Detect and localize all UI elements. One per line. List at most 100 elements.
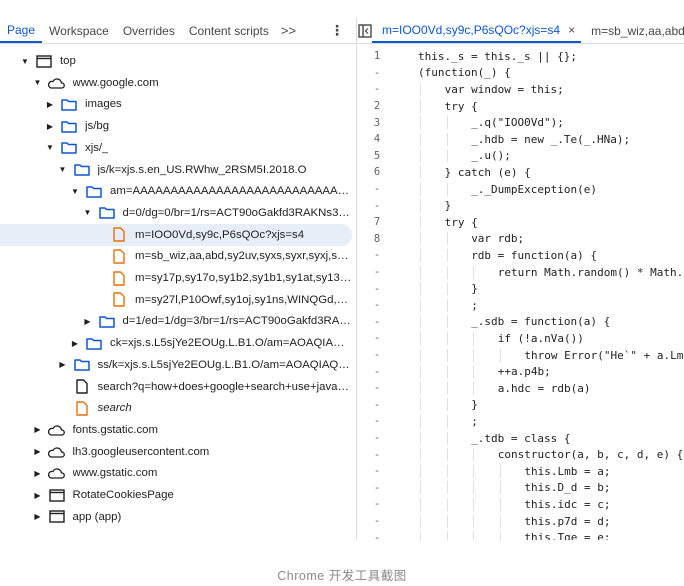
collapsed-arrow-icon[interactable]: ▶ xyxy=(45,122,55,131)
line-number[interactable]: - xyxy=(358,532,396,540)
indent-guide xyxy=(420,232,421,246)
editor-tab-active[interactable]: m=IOO0Vd,sy9c,P6sQOc?xjs=s4 × xyxy=(372,18,582,43)
folder-icon xyxy=(98,312,116,330)
tree-origin[interactable]: ▼ www.google.com xyxy=(0,72,352,94)
expanded-arrow-icon[interactable]: ▼ xyxy=(33,78,43,87)
tree-frame[interactable]: ▶ RotateCookiesPage xyxy=(0,484,352,506)
collapsed-arrow-icon[interactable]: ▶ xyxy=(58,360,68,369)
line-number[interactable]: - xyxy=(358,83,396,95)
tree-file[interactable]: m=sy17p,sy17o,sy1b2,sy1b1,sy1at,sy13v,sy… xyxy=(0,267,352,289)
line-number[interactable]: - xyxy=(358,349,396,361)
tree-file[interactable]: search xyxy=(0,397,352,419)
tree-file[interactable]: m=sb_wiz,aa,abd,sy2uv,syxs,syxr,syxj,syx… xyxy=(0,245,352,267)
line-number[interactable]: 2 xyxy=(358,100,396,112)
tree-item-label: app (app) xyxy=(72,510,122,523)
tree-file[interactable]: search?q=how+does+google+search+use+java… xyxy=(0,376,352,398)
code-tokens: } xyxy=(471,398,478,412)
code-line: - this.Tge = e; xyxy=(358,529,684,540)
line-number[interactable]: - xyxy=(358,316,396,328)
line-number[interactable]: - xyxy=(358,515,396,527)
line-number[interactable]: 1 xyxy=(358,50,396,62)
line-number[interactable]: - xyxy=(358,67,396,79)
tree-origin[interactable]: ▶ lh3.googleusercontent.com xyxy=(0,441,352,463)
expanded-arrow-icon[interactable]: ▼ xyxy=(70,187,80,196)
line-number[interactable]: 8 xyxy=(358,233,396,245)
line-number[interactable]: - xyxy=(358,432,396,444)
line-number[interactable]: - xyxy=(358,266,396,278)
frame-icon xyxy=(35,52,53,70)
collapsed-arrow-icon[interactable]: ▶ xyxy=(33,512,43,521)
line-number[interactable]: - xyxy=(358,449,396,461)
code-line: - _._DumpException(e) xyxy=(358,181,684,198)
tree-file[interactable]: m=sy27l,P10Owf,sy1oj,sy1ns,WINQGd,sy1nt,… xyxy=(0,289,352,311)
collapsed-arrow-icon[interactable]: ▶ xyxy=(45,100,55,109)
line-number[interactable]: - xyxy=(358,183,396,195)
tree-item-label: top xyxy=(60,55,76,67)
code-tokens: rdb = function(a) { xyxy=(471,248,598,262)
collapsed-arrow-icon[interactable]: ▶ xyxy=(33,469,43,478)
expanded-arrow-icon[interactable]: ▼ xyxy=(20,57,30,66)
line-number[interactable]: 4 xyxy=(358,133,396,145)
expanded-arrow-icon[interactable]: ▼ xyxy=(45,143,55,152)
tree-folder[interactable]: ▶ ck=xjs.s.L5sjYe2EOUg.L.B1.O/am=AOAQIAQA… xyxy=(0,332,352,354)
script-file-icon xyxy=(110,269,128,287)
code-text: if (!a.nVa()) xyxy=(396,331,584,345)
code-line: - this.idc = c; xyxy=(358,496,684,513)
indent-guide xyxy=(446,265,448,279)
indent-guide xyxy=(499,531,501,540)
indent-guide xyxy=(499,464,501,478)
tree-folder[interactable]: ▼ am=AAAAAAAAAAAAAAAAAAAAAAAAAAAAAAAAAAAA… xyxy=(0,180,352,202)
line-number[interactable]: - xyxy=(358,366,396,378)
indent-guide xyxy=(420,99,421,113)
line-number[interactable]: - xyxy=(358,200,396,212)
line-number[interactable]: 6 xyxy=(358,166,396,178)
tree-folder[interactable]: ▶ js/bg xyxy=(0,115,352,137)
tree-origin[interactable]: ▶ fonts.gstatic.com xyxy=(0,419,352,441)
line-number[interactable]: - xyxy=(358,482,396,494)
tree-origin[interactable]: ▶ www.gstatic.com xyxy=(0,462,352,484)
tree-file[interactable]: m=IOO0Vd,sy9c,P6sQOc?xjs=s4 xyxy=(0,223,352,246)
collapsed-arrow-icon[interactable]: ▶ xyxy=(70,339,80,348)
indent-guide xyxy=(446,497,448,511)
code-line: -; xyxy=(358,297,684,314)
code-tokens: } xyxy=(471,282,478,296)
line-number[interactable]: - xyxy=(358,332,396,344)
tab-workspace[interactable]: Workspace xyxy=(42,18,116,43)
line-number[interactable]: 7 xyxy=(358,216,396,228)
expanded-arrow-icon[interactable]: ▼ xyxy=(83,208,93,217)
tree-folder[interactable]: ▶ images xyxy=(0,93,352,115)
line-number[interactable]: - xyxy=(358,415,396,427)
tab-page[interactable]: Page xyxy=(0,18,43,43)
collapsed-arrow-icon[interactable]: ▶ xyxy=(33,491,43,500)
line-number[interactable]: - xyxy=(358,399,396,411)
collapsed-arrow-icon[interactable]: ▶ xyxy=(33,425,43,434)
tree-frame[interactable]: ▼ top xyxy=(0,50,352,72)
tree-folder[interactable]: ▼ d=0/dg=0/br=1/rs=ACT90oGakfd3RAKNs3NQGn… xyxy=(0,202,352,224)
tree-folder[interactable]: ▼ xjs/_ xyxy=(0,137,352,159)
line-number[interactable]: - xyxy=(358,299,396,311)
more-options-button[interactable]: ⋮ xyxy=(318,18,356,43)
indent-guide xyxy=(473,381,475,395)
line-number[interactable]: - xyxy=(358,382,396,394)
tree-frame[interactable]: ▶ app (app) xyxy=(0,506,352,528)
line-number[interactable]: - xyxy=(358,249,396,261)
editor-tab[interactable]: m=sb_wiz,aa,abd,sy2uv,syxs xyxy=(581,18,684,43)
tab-overrides[interactable]: Overrides xyxy=(116,18,182,43)
line-number[interactable]: - xyxy=(358,465,396,477)
expanded-arrow-icon[interactable]: ▼ xyxy=(58,165,68,174)
line-number[interactable]: 5 xyxy=(358,150,396,162)
document-icon xyxy=(73,378,91,396)
tree-item-label: fonts.gstatic.com xyxy=(72,423,158,436)
collapsed-arrow-icon[interactable]: ▶ xyxy=(33,447,43,456)
line-number[interactable]: 3 xyxy=(358,117,396,129)
tree-folder[interactable]: ▶ d=1/ed=1/dg=3/br=1/rs=ACT90oGakfd3RAKNs… xyxy=(0,310,352,332)
tab-content-scripts[interactable]: Content scripts xyxy=(182,18,276,43)
line-number[interactable]: - xyxy=(358,498,396,510)
more-tabs-button[interactable]: >> xyxy=(276,18,301,43)
tree-folder[interactable]: ▶ ss/k=xjs.s.L5sjYe2EOUg.L.B1.O/am=AOAQIA… xyxy=(0,354,352,376)
close-tab-icon[interactable]: × xyxy=(568,23,575,37)
tree-folder[interactable]: ▼ js/k=xjs.s.en_US.RWhw_2RSM5I.2018.O xyxy=(0,159,352,181)
collapsed-arrow-icon[interactable]: ▶ xyxy=(83,317,93,326)
toggle-navigator-button[interactable] xyxy=(358,18,372,43)
line-number[interactable]: - xyxy=(358,283,396,295)
